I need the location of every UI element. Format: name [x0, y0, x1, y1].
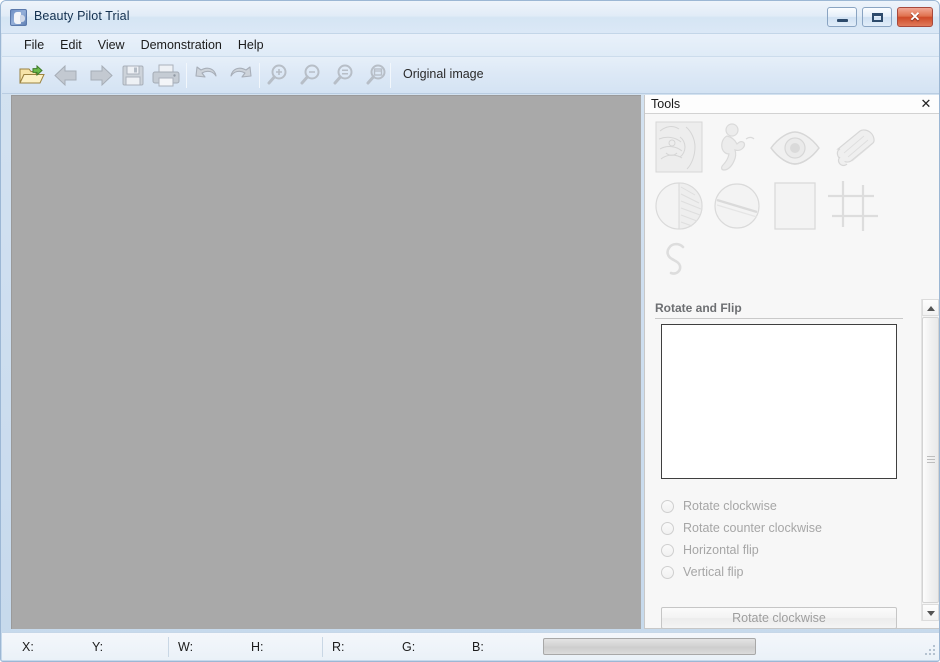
redo-arrow-icon: [224, 60, 256, 91]
tools-panel-close-icon[interactable]: ✕: [919, 96, 933, 111]
half-shaded-circle-icon: [650, 177, 708, 235]
radio-icon: [661, 500, 674, 513]
open-folder-icon: [16, 60, 48, 91]
radio-icon: [661, 522, 674, 535]
menu-item-help[interactable]: Help: [230, 34, 272, 57]
back-button[interactable]: [51, 60, 83, 91]
save-button[interactable]: [117, 60, 149, 91]
tool-brightness[interactable]: [650, 177, 708, 235]
arrow-left-icon: [51, 60, 83, 91]
status-g: G:: [402, 640, 416, 654]
undo-arrow-icon: [191, 60, 223, 91]
status-bar: X: Y: W: H: R: G: B:: [2, 632, 939, 660]
magnifier-equal-icon: [330, 60, 362, 91]
tools-panel-scrollbar[interactable]: [921, 299, 939, 621]
window-title: Beauty Pilot Trial: [34, 9, 130, 23]
application-window: Beauty Pilot Trial ✕ File Edit View Demo…: [0, 0, 940, 662]
preview-box[interactable]: [661, 324, 897, 479]
tool-resize[interactable]: [766, 177, 824, 235]
maximize-icon: [872, 13, 883, 22]
radio-label: Rotate counter clockwise: [683, 521, 822, 535]
scroll-up-icon: [927, 306, 935, 311]
original-image-button[interactable]: Original image: [393, 60, 494, 91]
tool-smoothing[interactable]: [824, 119, 882, 177]
magnifier-minus-icon: [297, 60, 329, 91]
undo-button[interactable]: [191, 60, 223, 91]
radio-label: Rotate clockwise: [683, 499, 777, 513]
radio-label: Horizontal flip: [683, 543, 759, 557]
print-button[interactable]: [150, 60, 182, 91]
tool-crop[interactable]: [824, 177, 882, 235]
tools-panel-caption: Tools ✕: [645, 95, 939, 114]
menu-bar: File Edit View Demonstration Help: [2, 34, 939, 57]
scrollbar-thumb[interactable]: [922, 317, 939, 603]
status-h: H:: [251, 640, 264, 654]
maximize-button[interactable]: [862, 7, 892, 27]
tool-grid: [650, 119, 920, 293]
circle-diagonal-icon: [708, 177, 766, 235]
image-canvas[interactable]: [11, 95, 641, 629]
scrollbar-grip: [927, 456, 935, 464]
status-b: B:: [472, 640, 484, 654]
scroll-down-icon: [927, 611, 935, 616]
eye-icon: [766, 119, 824, 177]
magnifier-plus-icon: [264, 60, 296, 91]
toolbar-separator: [259, 63, 260, 88]
radio-icon: [661, 544, 674, 557]
status-divider: [168, 637, 169, 657]
minimize-icon: [837, 19, 848, 22]
tool-skin-texture[interactable]: [650, 119, 708, 177]
scroll-up-button[interactable]: [922, 299, 939, 316]
crop-grid-icon: [824, 177, 882, 235]
status-divider: [322, 637, 323, 657]
resize-grip[interactable]: [925, 645, 937, 657]
tool-color-balance[interactable]: [708, 177, 766, 235]
forward-button[interactable]: [84, 60, 116, 91]
printer-icon: [150, 60, 182, 91]
zoom-actual-button[interactable]: [330, 60, 362, 91]
status-w: W:: [178, 640, 194, 654]
redo-button[interactable]: [224, 60, 256, 91]
close-button[interactable]: ✕: [897, 7, 933, 27]
rotate-clockwise-button[interactable]: Rotate clockwise: [661, 607, 897, 629]
tool-warp[interactable]: [650, 235, 708, 293]
floppy-disk-icon: [117, 60, 149, 91]
radio-icon: [661, 566, 674, 579]
menu-item-view[interactable]: View: [90, 34, 133, 57]
open-file-button[interactable]: [16, 60, 48, 91]
progress-bar: [543, 638, 756, 655]
title-bar: Beauty Pilot Trial ✕: [1, 1, 939, 34]
close-icon: ✕: [909, 9, 921, 24]
arrow-right-icon: [84, 60, 116, 91]
tool-red-eye[interactable]: [766, 119, 824, 177]
menu-item-file[interactable]: File: [16, 34, 52, 57]
status-x: X:: [22, 640, 34, 654]
zoom-in-button[interactable]: [264, 60, 296, 91]
menu-item-edit[interactable]: Edit: [52, 34, 90, 57]
tool-body-shape[interactable]: [708, 119, 766, 177]
rectangle-icon: [766, 177, 824, 235]
section-header-rotate-and-flip: Rotate and Flip: [655, 301, 903, 319]
toolbar-separator: [186, 63, 187, 88]
scroll-down-button[interactable]: [922, 604, 939, 621]
tools-panel: Tools ✕ Rotate and Flip Rotate clockwise…: [644, 95, 939, 629]
toolbar: Original image: [2, 57, 939, 94]
face-texture-icon: [650, 119, 708, 177]
minimize-button[interactable]: [827, 7, 857, 27]
app-icon: [10, 9, 27, 26]
soap-bar-icon: [824, 119, 882, 177]
menu-item-demonstration[interactable]: Demonstration: [133, 34, 230, 57]
toolbar-separator: [390, 63, 391, 88]
squiggle-curve-icon: [650, 235, 708, 293]
status-r: R:: [332, 640, 345, 654]
tools-panel-title: Tools: [651, 97, 681, 111]
radio-label: Vertical flip: [683, 565, 744, 579]
status-y: Y:: [92, 640, 104, 654]
figure-icon: [708, 119, 766, 177]
zoom-out-button[interactable]: [297, 60, 329, 91]
